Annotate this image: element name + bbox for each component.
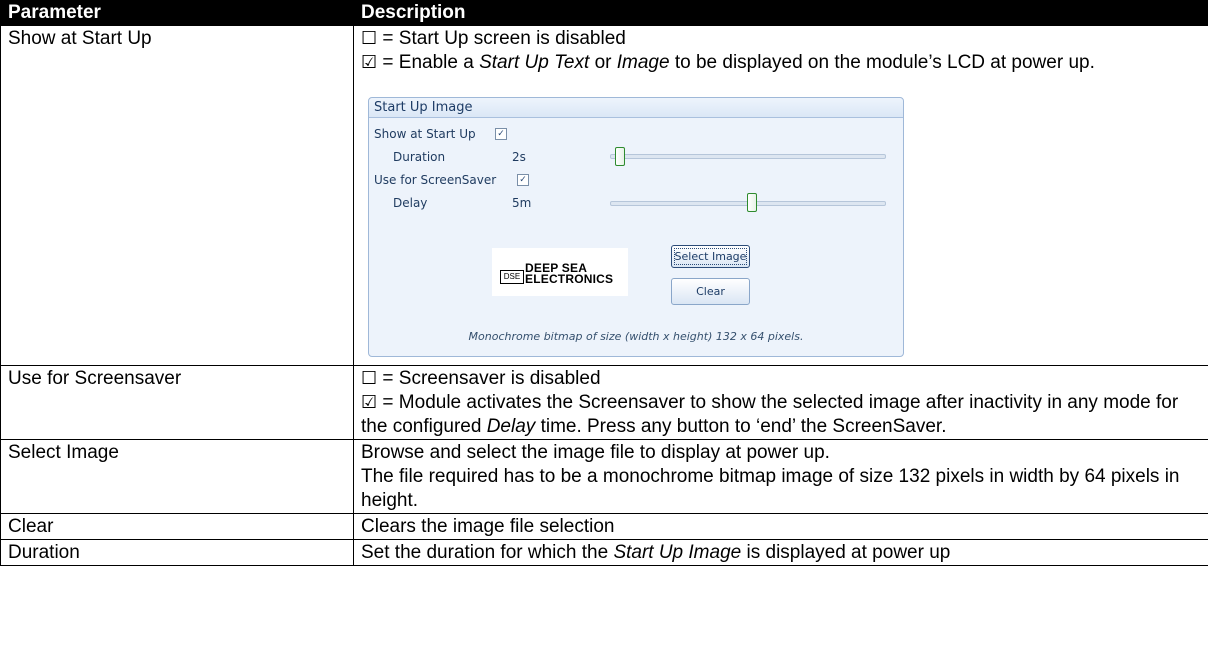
description-cell: Clears the image file selection xyxy=(353,513,1208,540)
image-term: Image xyxy=(616,52,670,73)
unchecked-box-icon: ☐ xyxy=(361,368,378,389)
checked-box-icon: ☑ xyxy=(361,392,378,413)
start-up-text-term: Start Up Text xyxy=(479,52,590,73)
unchecked-line: ☐ = Screensaver is disabled xyxy=(361,367,1203,391)
duration-slider-track[interactable] xyxy=(610,154,886,159)
delay-slider-thumb[interactable] xyxy=(747,193,758,212)
table-header-row: Parameter Description xyxy=(0,0,1208,26)
description-cell: Browse and select the image file to disp… xyxy=(353,439,1208,514)
table-row: Duration Set the duration for which the … xyxy=(0,539,1208,566)
checked-line: ☑ = Enable a Start Up Text or Image to b… xyxy=(361,51,1203,75)
delay-value: 5m xyxy=(512,196,532,210)
checked-box-icon: ☑ xyxy=(361,52,378,73)
table-row: Show at Start Up ☐ = Start Up screen is … xyxy=(0,25,1208,366)
image-size-caption: Monochrome bitmap of size (width x heigh… xyxy=(468,330,804,343)
checked-text: time. Press any button to ‘end’ the Scre… xyxy=(540,416,947,437)
checked-text: or xyxy=(594,52,612,73)
show-at-startup-label: Show at Start Up xyxy=(374,127,476,141)
parameter-cell: Select Image xyxy=(0,439,354,514)
description-cell: Set the duration for which the Start Up … xyxy=(353,539,1208,566)
duration-label: Duration xyxy=(393,150,446,164)
clear-button[interactable]: Clear xyxy=(671,278,750,305)
parameter-cell: Use for Screensaver xyxy=(0,365,354,440)
check-icon: ✓ xyxy=(519,175,527,185)
unchecked-text: = Start Up screen is disabled xyxy=(382,28,626,49)
description-text: is displayed at power up xyxy=(746,542,951,563)
parameter-table: Parameter Description Show at Start Up ☐… xyxy=(0,0,1208,566)
description-line: The file required has to be a monochrome… xyxy=(361,466,1180,511)
dse-logo-mark: DSE xyxy=(500,270,524,284)
delay-term: Delay xyxy=(486,416,536,437)
start-up-image-panel: Start Up Image Show at Start Up ✓ Durati… xyxy=(368,97,904,357)
description-column-header: Description xyxy=(353,0,1208,26)
use-for-screensaver-label: Use for ScreenSaver xyxy=(374,173,497,187)
check-icon: ✓ xyxy=(497,129,505,139)
panel-wrapper: Start Up Image Show at Start Up ✓ Durati… xyxy=(361,75,1203,365)
description-line: Browse and select the image file to disp… xyxy=(361,442,830,463)
description-cell: ☐ = Start Up screen is disabled ☑ = Enab… xyxy=(353,25,1208,366)
delay-label: Delay xyxy=(393,196,428,210)
parameter-cell: Show at Start Up xyxy=(0,25,354,366)
parameter-column-header: Parameter xyxy=(0,0,354,26)
table-row: Clear Clears the image file selection xyxy=(0,513,1208,540)
image-preview: DSE DEEP SEA ELECTRONICS xyxy=(492,248,628,296)
logo-line-2: ELECTRONICS xyxy=(525,272,614,286)
table-row: Select Image Browse and select the image… xyxy=(0,439,1208,514)
description-cell: ☐ = Screensaver is disabled ☑ = Module a… xyxy=(353,365,1208,440)
show-at-startup-checkbox[interactable]: ✓ xyxy=(495,128,507,140)
start-up-image-term: Start Up Image xyxy=(613,542,742,563)
checked-text: = Enable a xyxy=(382,52,474,73)
unchecked-box-icon: ☐ xyxy=(361,28,378,49)
parameter-cell: Clear xyxy=(0,513,354,540)
checked-text: to be displayed on the module’s LCD at p… xyxy=(674,52,1095,73)
unchecked-text: = Screensaver is disabled xyxy=(382,368,601,389)
checked-line: ☑ = Module activates the Screensaver to … xyxy=(361,391,1203,439)
panel-title: Start Up Image xyxy=(369,98,903,118)
select-image-button[interactable]: Select Image xyxy=(671,245,750,268)
description-text: Set the duration for which the xyxy=(361,542,609,563)
company-logo: DEEP SEA ELECTRONICS xyxy=(525,262,614,286)
use-for-screensaver-checkbox[interactable]: ✓ xyxy=(517,174,529,186)
unchecked-line: ☐ = Start Up screen is disabled xyxy=(361,27,1203,51)
duration-value: 2s xyxy=(512,150,526,164)
duration-slider-thumb[interactable] xyxy=(615,147,626,166)
parameter-cell: Duration xyxy=(0,539,354,566)
table-row: Use for Screensaver ☐ = Screensaver is d… xyxy=(0,365,1208,440)
